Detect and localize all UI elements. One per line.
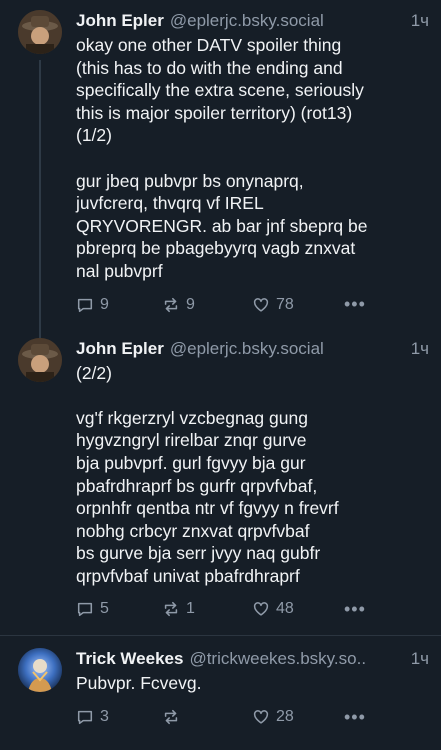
heart-icon — [253, 602, 269, 617]
repost-button[interactable]: 9 — [162, 296, 252, 314]
speech-bubble-icon — [77, 298, 93, 312]
more-options-button[interactable]: ••• — [344, 707, 366, 728]
speech-bubble-icon — [77, 603, 93, 617]
post-feed: John Epler @eplerjc.bsky.social 1ч okay … — [0, 0, 441, 750]
ellipsis-icon: ••• — [344, 598, 366, 619]
heart-icon — [253, 710, 269, 724]
repost-arrows-icon — [164, 297, 178, 312]
like-button[interactable]: 48 — [252, 600, 344, 618]
post-2[interactable]: John Epler @eplerjc.bsky.social 1ч (2/2)… — [0, 317, 441, 637]
author-handle[interactable]: @trickweekes.bsky.so.. — [189, 648, 366, 670]
reply-button[interactable]: 9 — [76, 296, 162, 314]
avatar[interactable] — [18, 337, 62, 382]
author-name[interactable]: Trick Weekes — [76, 648, 183, 670]
heart-icon — [253, 297, 269, 312]
post-actions: 5 1 48 ••• — [76, 597, 429, 621]
post-time[interactable]: 1ч — [403, 648, 429, 670]
post-text: (2/2) vg'f rkgerzryl vzcbegnag gung hygv… — [76, 362, 339, 586]
post-1[interactable]: John Epler @eplerjc.bsky.social 1ч okay … — [0, 0, 441, 370]
repost-count: 1 — [186, 600, 195, 618]
reply-count: 9 — [100, 295, 109, 313]
author-handle[interactable]: @eplerjc.bsky.social — [170, 338, 324, 360]
speech-bubble-icon — [77, 710, 93, 725]
avatar-column — [18, 337, 64, 637]
post-text: okay one other DATV spoiler thing (this … — [76, 35, 368, 281]
ellipsis-icon: ••• — [344, 706, 366, 727]
more-options-button[interactable]: ••• — [344, 599, 366, 620]
post-header: John Epler @eplerjc.bsky.social 1ч — [76, 338, 429, 360]
reply-count: 3 — [100, 708, 109, 726]
reply-count: 5 — [100, 600, 109, 618]
post-header: John Epler @eplerjc.bsky.social 1ч — [76, 10, 429, 32]
more-options-button[interactable]: ••• — [344, 294, 366, 315]
avatar-column — [18, 10, 64, 370]
repost-count: 9 — [186, 295, 195, 313]
post-time[interactable]: 1ч — [403, 338, 429, 360]
repost-button[interactable] — [162, 708, 252, 726]
author-name[interactable]: John Epler — [76, 10, 164, 32]
repost-arrows-icon — [164, 709, 178, 725]
post-actions: 3 28 ••• — [76, 705, 429, 729]
avatar[interactable] — [18, 648, 62, 693]
post-3[interactable]: Trick Weekes @trickweekes.bsky.so.. 1ч P… — [0, 636, 441, 729]
avatar[interactable] — [18, 10, 62, 54]
author-name[interactable]: John Epler — [76, 338, 164, 360]
ellipsis-icon: ••• — [344, 294, 366, 315]
avatar-column — [18, 648, 64, 729]
post-actions: 9 9 78 ••• — [76, 293, 429, 317]
like-button[interactable]: 28 — [252, 708, 344, 726]
like-count: 48 — [276, 600, 294, 618]
post-header: Trick Weekes @trickweekes.bsky.so.. 1ч — [76, 648, 429, 670]
reply-button[interactable]: 3 — [76, 708, 162, 726]
repost-button[interactable]: 1 — [162, 600, 252, 618]
like-count: 78 — [276, 295, 294, 313]
like-count: 28 — [276, 708, 294, 726]
post-time[interactable]: 1ч — [403, 10, 429, 32]
repost-arrows-icon — [164, 602, 178, 617]
author-handle[interactable]: @eplerjc.bsky.social — [170, 10, 324, 32]
like-button[interactable]: 78 — [252, 296, 344, 314]
post-text: Pubvpr. Fcvevg. — [76, 673, 202, 694]
reply-button[interactable]: 5 — [76, 600, 162, 618]
